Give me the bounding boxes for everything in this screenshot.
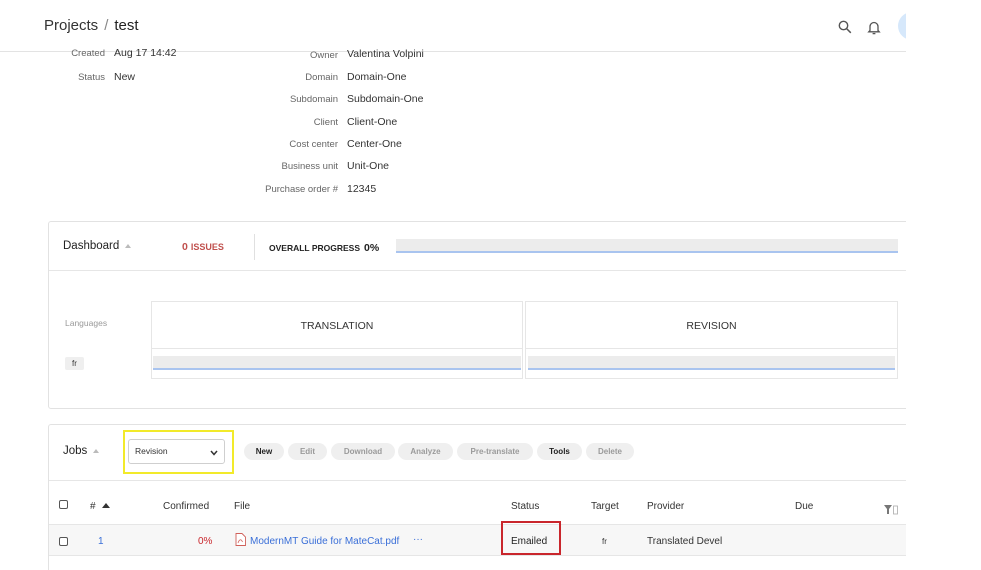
file-link[interactable]: ModernMT Guide for MateCat.pdf — [250, 536, 399, 547]
pretranslate-button[interactable]: Pre-translate — [457, 443, 533, 460]
tools-button[interactable]: Tools — [537, 443, 582, 460]
issues-label: ISSUES — [190, 242, 224, 252]
job-number[interactable]: 1 — [98, 536, 104, 547]
dashboard-title: Dashboard — [63, 240, 120, 252]
dashboard-panel: Dashboard 0 ISSUES OVERALL PROGRESS 0% Lan… — [48, 221, 906, 409]
dashboard-header: Dashboard 0 ISSUES OVERALL PROGRESS 0% — [49, 222, 906, 271]
translation-column: TRANSLATION — [151, 301, 523, 379]
new-button[interactable]: New — [244, 443, 284, 460]
breadcrumb: Projects / test — [44, 17, 139, 34]
edit-button[interactable]: Edit — [288, 443, 327, 460]
more-options-icon[interactable]: ··· — [413, 534, 423, 545]
breadcrumb-projects-link[interactable]: Projects — [44, 17, 98, 34]
jobs-header: Jobs Revision New Edit Download Analyze … — [49, 425, 906, 481]
dashboard-toggle[interactable]: Dashboard — [63, 240, 132, 252]
jobs-title: Jobs — [63, 445, 88, 457]
overall-progress-label: OVERALL PROGRESS — [269, 243, 360, 253]
filter-icon[interactable] — [884, 502, 898, 520]
jobs-panel: Jobs Revision New Edit Download Analyze … — [48, 424, 906, 570]
table-row[interactable]: 1 0% ModernMT Guide for MateCat.pdf ··· … — [49, 524, 906, 556]
translation-title: TRANSLATION — [152, 302, 522, 349]
revision-title: REVISION — [526, 302, 897, 349]
sort-up-icon — [102, 503, 111, 508]
divider — [254, 234, 255, 260]
language-chip: fr — [65, 357, 84, 370]
analyze-button[interactable]: Analyze — [398, 443, 453, 460]
delete-button[interactable]: Delete — [586, 443, 634, 460]
confirmed-percent: 0% — [198, 536, 213, 547]
column-file-header[interactable]: File — [234, 501, 250, 512]
column-num-header[interactable]: # — [90, 501, 111, 512]
revision-column: REVISION — [525, 301, 898, 379]
app-window: Projects / test Created Aug 17 14:42 Sta… — [0, 0, 906, 570]
column-target-header[interactable]: Target — [591, 501, 619, 512]
workflow-select-value: Revision — [135, 446, 168, 456]
translation-progress-bar — [153, 356, 521, 370]
progress-track-line — [153, 368, 521, 370]
revision-progress-bar — [528, 356, 895, 370]
column-due-header[interactable]: Due — [795, 501, 813, 512]
chevron-down-icon — [210, 448, 218, 458]
progress-track-line — [528, 368, 895, 370]
row-checkbox[interactable] — [59, 537, 68, 546]
breadcrumb-current: test — [114, 17, 139, 34]
caret-up-icon — [93, 448, 100, 453]
provider-name[interactable]: Translated Devel — [647, 536, 722, 547]
issues-count: 0 — [182, 241, 188, 253]
status-highlight — [501, 521, 561, 555]
overall-progress: OVERALL PROGRESS 0% — [269, 242, 379, 254]
column-confirmed-header[interactable]: Confirmed — [163, 501, 209, 512]
bell-icon[interactable] — [865, 18, 883, 36]
column-status-header[interactable]: Status — [511, 501, 539, 512]
jobs-toggle[interactable]: Jobs — [63, 445, 100, 457]
target-language: fr — [602, 537, 607, 546]
overall-progress-bar — [396, 239, 898, 253]
search-icon[interactable] — [836, 18, 854, 36]
languages-label: Languages — [65, 318, 108, 328]
pdf-file-icon — [235, 533, 246, 551]
issues-counter[interactable]: 0 ISSUES — [182, 241, 224, 253]
right-gutter — [906, 0, 981, 570]
caret-up-icon — [125, 243, 132, 248]
column-provider-header[interactable]: Provider — [647, 501, 684, 512]
overall-progress-value: 0% — [364, 242, 380, 254]
breadcrumb-separator: / — [104, 17, 109, 34]
select-all-checkbox[interactable] — [59, 500, 68, 509]
download-button[interactable]: Download — [331, 443, 395, 460]
top-header: Projects / test — [0, 0, 906, 52]
workflow-select[interactable]: Revision — [128, 439, 225, 464]
avatar[interactable] — [898, 12, 906, 40]
progress-track-line — [396, 251, 898, 253]
